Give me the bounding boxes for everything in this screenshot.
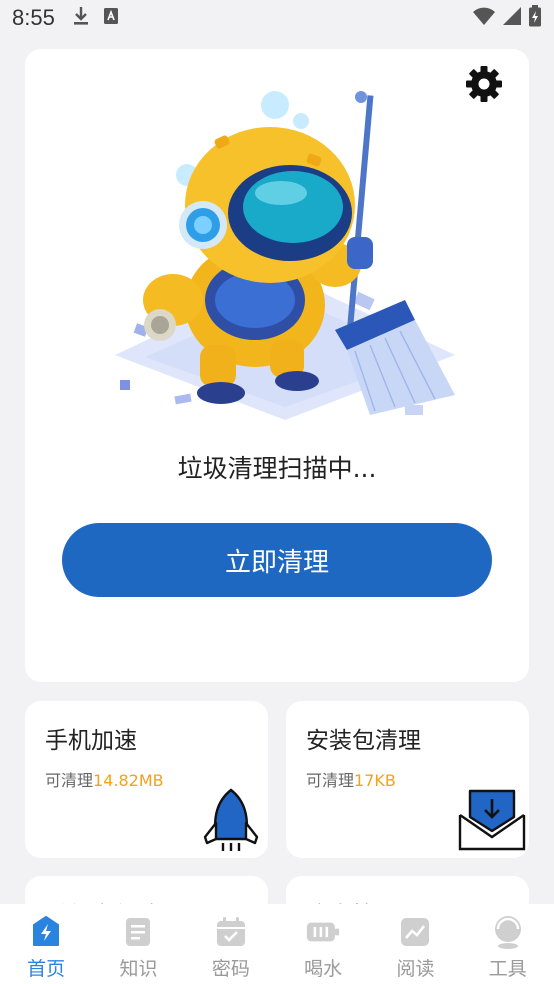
phone-boost-subtitle: 可清理14.82MB [45,767,164,791]
headset-icon [491,914,525,950]
cleaning-robot-illustration [85,75,469,435]
nav-label-home: 首页 [27,958,66,980]
nav-label-tools: 工具 [488,958,527,980]
phone-boost-amount: 14.82MB [93,771,164,790]
apk-cleanup-title: 安装包清理 [306,728,421,754]
scan-status-text: 垃圾清理扫描中... [177,454,377,483]
phone-boost-prefix: 可清理 [45,771,94,790]
wifi-icon [472,6,496,30]
apk-cleanup-prefix: 可清理 [306,771,355,790]
nav-item-knowledge[interactable]: 知识 [92,904,184,984]
trend-chart-icon [398,914,432,950]
phone-boost-card[interactable]: 手机加速 可清理14.82MB [25,701,268,858]
nav-item-tools[interactable]: 工具 [462,904,554,984]
status-time: 8:55 [12,5,55,30]
battery-cup-icon [306,914,340,950]
apk-cleanup-card[interactable]: 安装包清理 可清理17KB [286,701,529,858]
nav-label-water: 喝水 [304,958,343,980]
phone-boost-title: 手机加速 [45,728,137,754]
lightning-home-icon [29,914,63,950]
nav-item-reading[interactable]: 阅读 [369,904,461,984]
keyboard-a-icon [103,7,119,29]
nav-item-water[interactable]: 喝水 [277,904,369,984]
bottom-nav: 首页 知识 密码 喝水 阅读 工具 [0,904,554,984]
clean-now-button[interactable]: 立即清理 [62,523,492,597]
apk-cleanup-amount: 17KB [354,771,396,790]
document-icon [121,914,155,950]
calendar-check-icon [214,914,248,950]
rocket-icon [201,787,261,857]
nav-item-password[interactable]: 密码 [185,904,277,984]
battery-charging-icon [528,5,542,31]
download-icon [73,6,89,30]
download-tray-icon [458,789,526,855]
gear-icon [464,64,504,108]
apk-cleanup-subtitle: 可清理17KB [306,767,396,791]
nav-item-home[interactable]: 首页 [0,904,92,984]
cleanup-card: 垃圾清理扫描中... 立即清理 [25,49,529,682]
nav-label-knowledge: 知识 [119,958,158,980]
nav-label-password: 密码 [211,958,250,980]
status-bar: 8:55 [0,0,554,36]
signal-icon [502,6,522,30]
settings-button[interactable] [463,65,505,107]
nav-label-reading: 阅读 [396,958,435,980]
